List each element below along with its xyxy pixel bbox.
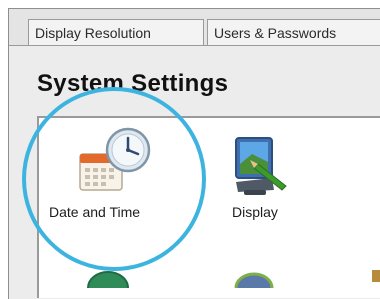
network-globe-icon[interactable] (232, 268, 276, 288)
tab-display-resolution[interactable]: Display Resolution (28, 19, 204, 45)
display-label[interactable]: Display (232, 204, 278, 220)
display-item[interactable] (228, 134, 294, 200)
partial-icon[interactable] (372, 268, 380, 282)
globe-icon[interactable] (86, 268, 130, 288)
tab-users-passwords[interactable]: Users & Passwords (207, 19, 380, 45)
monitor-icon (235, 137, 287, 195)
tab-divider (9, 45, 380, 46)
tab-bar: Display Resolution Users & Passwords (9, 9, 380, 46)
highlight-ring (22, 87, 206, 271)
